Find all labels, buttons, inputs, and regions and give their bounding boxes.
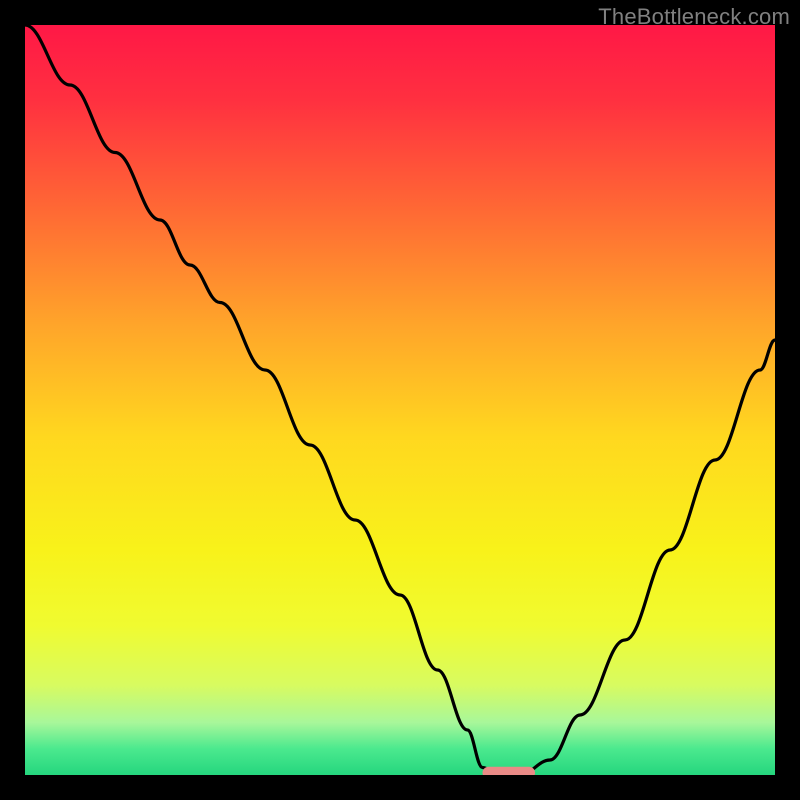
chart-frame: TheBottleneck.com (0, 0, 800, 800)
watermark-text: TheBottleneck.com (598, 4, 790, 30)
gradient-background (25, 25, 775, 775)
chart-svg (25, 25, 775, 775)
optimal-range-marker (483, 767, 536, 775)
plot-area (25, 25, 775, 775)
